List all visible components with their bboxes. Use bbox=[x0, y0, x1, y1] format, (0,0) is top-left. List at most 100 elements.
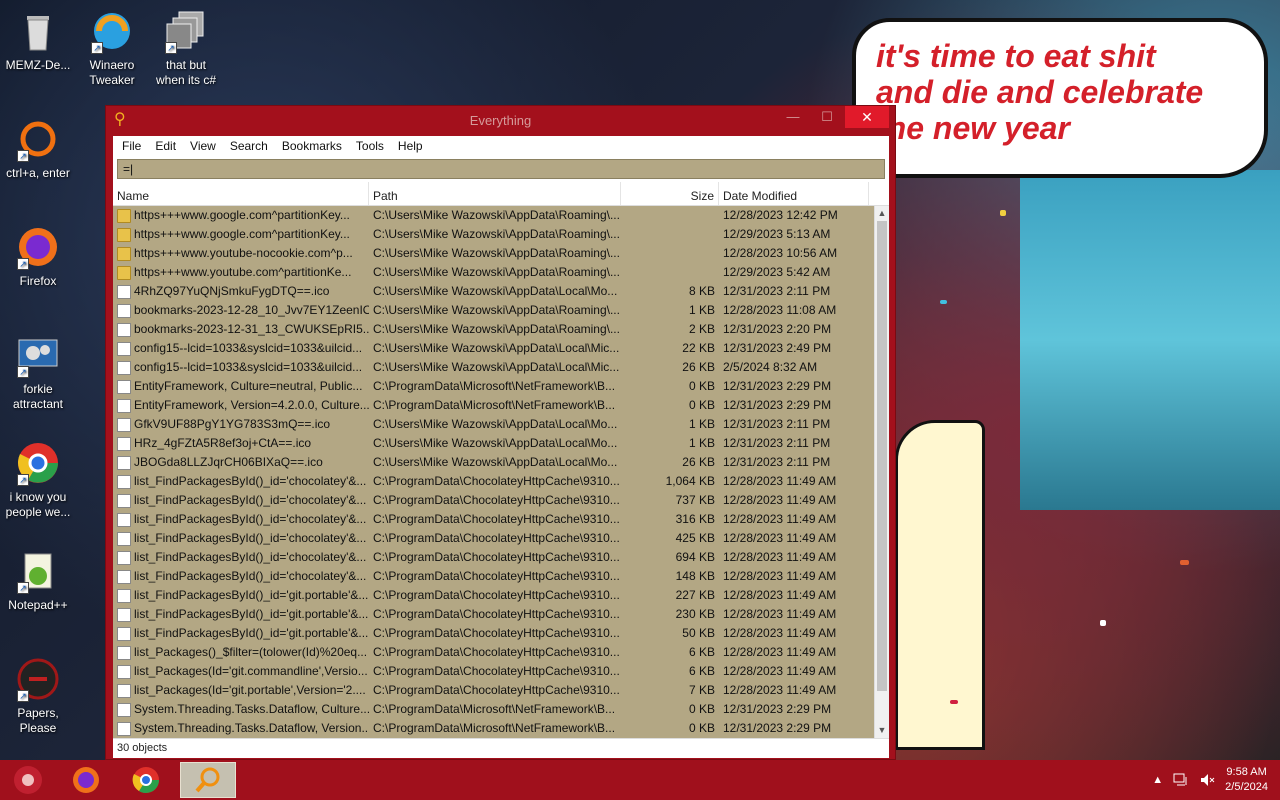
vertical-scrollbar[interactable]: ▲ ▼ bbox=[874, 206, 889, 738]
title-bar[interactable]: ⚲ Everything — ☐ ✕ bbox=[106, 106, 895, 134]
table-row[interactable]: list_Packages(Id='git.portable',Version=… bbox=[113, 681, 874, 700]
table-row[interactable]: HRz_4gFZtA5R8ef3oj+CtA==.ico C:\Users\Mik… bbox=[113, 434, 874, 453]
menu-edit[interactable]: Edit bbox=[148, 136, 183, 156]
file-name: list_FindPackagesById()_id='chocolatey'&… bbox=[134, 569, 367, 583]
maximize-button[interactable]: ☐ bbox=[811, 106, 843, 128]
cell-name: bookmarks-2023-12-28_10_Jvv7EY1ZeenIO... bbox=[113, 301, 369, 320]
menu-file[interactable]: File bbox=[115, 136, 148, 156]
table-row[interactable]: list_FindPackagesById()_id='chocolatey'&… bbox=[113, 567, 874, 586]
scroll-down-icon[interactable]: ▼ bbox=[875, 723, 889, 738]
scrollbar-thumb[interactable] bbox=[877, 221, 887, 691]
network-icon[interactable] bbox=[1173, 773, 1189, 787]
table-row[interactable]: EntityFramework, Version=4.2.0.0, Cultur… bbox=[113, 396, 874, 415]
desktop-icon-chrome[interactable]: ↗ i know you people we... bbox=[2, 440, 74, 520]
column-header-name[interactable]: Name bbox=[113, 182, 369, 205]
table-row[interactable]: list_FindPackagesById()_id='git.portable… bbox=[113, 586, 874, 605]
file-icon bbox=[117, 493, 131, 508]
menu-search[interactable]: Search bbox=[223, 136, 275, 156]
table-row[interactable]: bookmarks-2023-12-31_13_CWUKSEpRI5... C:\… bbox=[113, 320, 874, 339]
file-name: list_FindPackagesById()_id='git.portable… bbox=[134, 607, 369, 621]
file-name: list_Packages(Id='git.portable',Version=… bbox=[134, 683, 366, 697]
start-orb-icon bbox=[14, 766, 42, 794]
cell-size bbox=[621, 244, 719, 263]
cell-name: list_FindPackagesById()_id='chocolatey'&… bbox=[113, 567, 369, 586]
table-row[interactable]: JBOGda8LLZJqrCH06BIXaQ==.ico C:\Users\Mik… bbox=[113, 453, 874, 472]
desktop-icon-winaero[interactable]: ↗ Winaero Tweaker bbox=[76, 8, 148, 88]
cell-path: C:\Users\Mike Wazowski\AppData\Roaming\.… bbox=[373, 322, 620, 336]
desktop-icon-firefox[interactable]: ↗ Firefox bbox=[2, 224, 74, 289]
file-name: System.Threading.Tasks.Dataflow, Culture… bbox=[134, 702, 369, 716]
cell-size: 0 KB bbox=[688, 398, 715, 412]
desktop-icon-memz[interactable]: MEMZ-De... bbox=[2, 8, 74, 73]
table-row[interactable]: list_FindPackagesById()_id='git.portable… bbox=[113, 624, 874, 643]
cell-name: list_Packages(Id='git.commandline',Versi… bbox=[113, 662, 369, 681]
table-row[interactable]: GfkV9UF88PgY1YG783S3mQ==.ico C:\Users\Mik… bbox=[113, 415, 874, 434]
table-row[interactable]: list_FindPackagesById()_id='chocolatey'&… bbox=[113, 529, 874, 548]
cell-path: C:\ProgramData\ChocolateyHttpCache\9310.… bbox=[373, 588, 620, 602]
scroll-up-icon[interactable]: ▲ bbox=[875, 206, 889, 221]
volume-muted-icon[interactable] bbox=[1199, 773, 1215, 787]
menu-bookmarks[interactable]: Bookmarks bbox=[275, 136, 349, 156]
cell-name: EntityFramework, Culture=neutral, Public… bbox=[113, 377, 369, 396]
table-row[interactable]: 4RhZQ97YuQNjSmkuFygDTQ==.ico C:\Users\Mik… bbox=[113, 282, 874, 301]
column-header-path[interactable]: Path bbox=[369, 182, 621, 205]
chrome-icon bbox=[132, 767, 160, 794]
tray-arrow-icon[interactable]: ▲ bbox=[1152, 774, 1163, 786]
desktop-icon-label: forkie attractant bbox=[12, 382, 64, 411]
cell-date: 12/28/2023 11:49 AM bbox=[723, 588, 837, 602]
table-row[interactable]: list_FindPackagesById()_id='chocolatey'&… bbox=[113, 491, 874, 510]
minimize-button[interactable]: — bbox=[777, 106, 809, 128]
table-row[interactable]: list_FindPackagesById()_id='chocolatey'&… bbox=[113, 510, 874, 529]
desktop-icon-forkie[interactable]: ↗ forkie attractant bbox=[2, 332, 74, 412]
shortcut-arrow-icon: ↗ bbox=[17, 258, 29, 270]
desktop-icon-that-but[interactable]: ↗ that but when its c# bbox=[150, 8, 222, 88]
column-header-date[interactable]: Date Modified bbox=[719, 182, 869, 205]
cell-size: 148 KB bbox=[675, 569, 715, 583]
bubble-line: it's time to eat shit bbox=[876, 38, 1156, 74]
table-row[interactable]: EntityFramework, Culture=neutral, Public… bbox=[113, 377, 874, 396]
cell-date: 12/28/2023 11:49 AM bbox=[723, 664, 837, 678]
taskbar: ▲ 9:58 AM 2/5/2024 bbox=[0, 760, 1280, 800]
cell-date: 12/28/2023 11:49 AM bbox=[723, 683, 837, 697]
file-icon bbox=[117, 645, 131, 660]
menu-help[interactable]: Help bbox=[391, 136, 430, 156]
table-row[interactable]: list_FindPackagesById()_id='chocolatey'&… bbox=[113, 472, 874, 491]
file-name: bookmarks-2023-12-28_10_Jvv7EY1ZeenIO... bbox=[134, 303, 369, 317]
cell-name: JBOGda8LLZJqrCH06BIXaQ==.ico bbox=[113, 453, 369, 472]
column-header-size[interactable]: Size bbox=[621, 182, 719, 205]
cell-path: C:\Users\Mike Wazowski\AppData\Roaming\.… bbox=[373, 303, 620, 317]
table-row[interactable]: config15--lcid=1033&syslcid=1033&uilcid.… bbox=[113, 358, 874, 377]
taskbar-chrome[interactable] bbox=[118, 762, 174, 798]
notepad-icon: ↗ bbox=[15, 548, 61, 594]
menu-view[interactable]: View bbox=[183, 136, 223, 156]
desktop-icon-label: Firefox bbox=[19, 274, 57, 288]
menu-tools[interactable]: Tools bbox=[349, 136, 391, 156]
close-button[interactable]: ✕ bbox=[845, 106, 889, 128]
start-button[interactable] bbox=[0, 762, 56, 798]
taskbar-firefox[interactable] bbox=[58, 762, 114, 798]
search-input[interactable] bbox=[117, 159, 885, 179]
table-row[interactable]: bookmarks-2023-12-28_10_Jvv7EY1ZeenIO...… bbox=[113, 301, 874, 320]
table-row[interactable]: list_Packages(Id='git.commandline',Versi… bbox=[113, 662, 874, 681]
cell-name: config15--lcid=1033&syslcid=1033&uilcid.… bbox=[113, 358, 369, 377]
table-row[interactable]: https+++www.youtube.com^partitionKe... C:… bbox=[113, 263, 874, 282]
cell-path: C:\ProgramData\Microsoft\NetFramework\B.… bbox=[373, 398, 616, 412]
desktop-icon-notepad[interactable]: ↗ Notepad++ bbox=[2, 548, 74, 613]
clock[interactable]: 9:58 AM 2/5/2024 bbox=[1225, 765, 1268, 795]
desktop-icon-ctrl-a[interactable]: ↗ ctrl+a, enter bbox=[2, 116, 74, 181]
table-row[interactable]: list_Packages()_$filter=(tolower(Id)%20e… bbox=[113, 643, 874, 662]
table-row[interactable]: list_FindPackagesById()_id='git.portable… bbox=[113, 605, 874, 624]
table-row[interactable]: https+++www.youtube-nocookie.com^p... C:\… bbox=[113, 244, 874, 263]
shortcut-arrow-icon: ↗ bbox=[17, 150, 29, 162]
table-row[interactable]: System.Threading.Tasks.Dataflow, Culture… bbox=[113, 700, 874, 719]
table-row[interactable]: System.Threading.Tasks.Dataflow, Version… bbox=[113, 719, 874, 738]
table-row[interactable]: https+++www.google.com^partitionKey... C:… bbox=[113, 225, 874, 244]
desktop-icon-papers-please[interactable]: ↗ Papers, Please bbox=[2, 656, 74, 736]
cell-size: 230 KB bbox=[675, 607, 715, 621]
table-row[interactable]: https+++www.google.com^partitionKey... C:… bbox=[113, 206, 874, 225]
desktop-icon-label: i know you people we... bbox=[5, 490, 71, 519]
table-row[interactable]: config15--lcid=1033&syslcid=1033&uilcid.… bbox=[113, 339, 874, 358]
taskbar-everything[interactable] bbox=[180, 762, 236, 798]
table-row[interactable]: list_FindPackagesById()_id='chocolatey'&… bbox=[113, 548, 874, 567]
file-icon bbox=[117, 322, 131, 337]
